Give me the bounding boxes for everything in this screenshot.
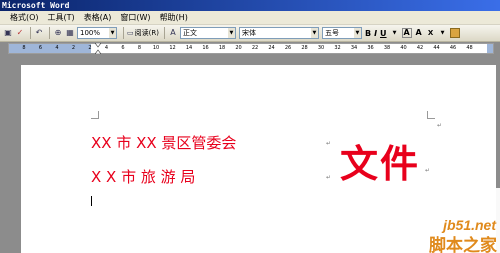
toolbar-separator xyxy=(49,27,50,39)
zoom-value: 100% xyxy=(80,29,101,37)
menu-bar: 格式(O) 工具(T) 表格(A) 窗口(W) 帮助(H) xyxy=(0,11,500,25)
indent-marker-icon[interactable] xyxy=(95,43,101,54)
undo-icon[interactable]: ↶ xyxy=(34,28,44,38)
ruler-number: 34 xyxy=(350,45,358,51)
ruler-number: 36 xyxy=(367,45,374,51)
read-label: 阅读(R) xyxy=(134,29,159,37)
ruler-number: 2 xyxy=(88,45,92,51)
ruler-number: 46 xyxy=(449,45,457,51)
font-select[interactable]: 宋体 ▼ xyxy=(238,27,319,39)
hyperlink-icon[interactable]: ⊕ xyxy=(53,28,63,38)
ruler-left-margin xyxy=(9,44,91,53)
menu-format[interactable]: 格式(O) xyxy=(10,12,39,23)
ruler-number: 22 xyxy=(251,45,259,51)
style-select[interactable]: 正文 ▼ xyxy=(179,27,236,39)
font-size-value: 五号 xyxy=(324,29,339,37)
ruler-number: 10 xyxy=(152,45,160,51)
paragraph-mark-icon: ↵ xyxy=(326,174,332,181)
ruler-number: 14 xyxy=(185,45,193,51)
margin-corner-top-right xyxy=(427,111,435,119)
print-preview-icon[interactable]: ▣ xyxy=(3,28,13,38)
ruler-number: 28 xyxy=(301,45,308,51)
menu-help[interactable]: 帮助(H) xyxy=(160,12,188,23)
menu-window[interactable]: 窗口(W) xyxy=(120,12,150,23)
ruler-number: 4 xyxy=(104,45,109,51)
heading-line-2: X X 市 旅 游 局 xyxy=(91,168,196,186)
menu-tools[interactable]: 工具(T) xyxy=(48,12,75,23)
ruler-number: 42 xyxy=(416,45,424,51)
ruler-number: 30 xyxy=(317,45,325,51)
window-title: Microsoft Word xyxy=(0,0,500,11)
font-size-select[interactable]: 五号 ▼ xyxy=(321,27,362,39)
paragraph-mark-icon: ↵ xyxy=(326,140,332,147)
ruler-number: 40 xyxy=(400,45,407,51)
menu-table[interactable]: 表格(A) xyxy=(84,12,112,23)
margin-corner-top-left xyxy=(91,111,99,119)
ruler-number: 24 xyxy=(268,45,275,51)
book-icon: ▭ xyxy=(127,29,134,37)
table-icon[interactable]: ▦ xyxy=(65,28,75,38)
read-button[interactable]: ▭ 阅读(R) xyxy=(127,28,159,38)
ruler-number: 2 xyxy=(71,45,76,51)
border-icon[interactable] xyxy=(449,28,460,38)
ruler-right-margin xyxy=(487,44,493,53)
ruler-number: 48 xyxy=(466,45,473,51)
ruler-number: 32 xyxy=(334,45,341,51)
ruler-number: 26 xyxy=(284,45,292,51)
paragraph-mark-icon: ↵ xyxy=(425,167,431,174)
char-shading-icon[interactable]: A xyxy=(414,28,424,38)
toolbar-separator xyxy=(30,27,31,39)
bold-button[interactable]: B xyxy=(365,29,371,38)
ruler-bar: 8 6 4 2 2 4 6 8 10 12 14 16 18 20 22 24 26 28 30 32 34 36 38 40… xyxy=(0,42,500,55)
ruler-number: 6 xyxy=(38,45,43,51)
chevron-down-icon: ▼ xyxy=(109,28,116,38)
chevron-down-icon: ▼ xyxy=(310,28,318,38)
watermark-site-name: 脚本之家 xyxy=(429,236,497,253)
ruler-number: 44 xyxy=(433,45,440,51)
ruler-number: 18 xyxy=(218,45,226,51)
ruler-number: 16 xyxy=(202,45,209,51)
ruler-number: 12 xyxy=(169,45,176,51)
ruler-number: 20 xyxy=(235,45,242,51)
document-big-title: 文件 xyxy=(340,141,421,186)
toolbar: ▣ ✓ ↶ ⊕ ▦ 100% ▼ ▭ 阅读(R) A 正文 ▼ 宋体 ▼ 五号 … xyxy=(0,25,500,42)
chevron-down-icon: ▼ xyxy=(227,28,235,38)
char-scale-icon[interactable]: X xyxy=(426,28,436,38)
styles-icon[interactable]: A xyxy=(168,28,178,38)
underline-button[interactable]: U xyxy=(380,29,387,38)
ruler-number: 8 xyxy=(22,45,26,51)
font-color-icon[interactable]: A xyxy=(401,28,412,38)
toolbar-separator xyxy=(123,27,124,39)
heading-line-1: XX 市 XX 景区管委会 xyxy=(91,134,237,152)
horizontal-ruler[interactable]: 8 6 4 2 2 4 6 8 10 12 14 16 18 20 22 24 26 28 30 32 34 36 38 40… xyxy=(8,43,494,54)
text-cursor xyxy=(91,196,92,206)
spellcheck-icon[interactable]: ✓ xyxy=(15,28,25,38)
chevron-down-icon[interactable]: ▼ xyxy=(390,28,400,38)
style-value: 正文 xyxy=(182,29,197,37)
toolbar-separator xyxy=(163,27,165,39)
ruler-number: 4 xyxy=(55,45,59,51)
ruler-number: 8 xyxy=(137,45,142,51)
chevron-down-icon: ▼ xyxy=(353,28,361,38)
chevron-down-icon[interactable]: ▼ xyxy=(438,28,448,38)
ruler-number: 38 xyxy=(383,45,391,51)
italic-button[interactable]: I xyxy=(374,29,377,38)
ruler-number: 6 xyxy=(121,45,125,51)
zoom-select[interactable]: 100% ▼ xyxy=(77,27,117,39)
font-value: 宋体 xyxy=(241,29,256,37)
paragraph-mark-icon: ↵ xyxy=(437,122,443,129)
